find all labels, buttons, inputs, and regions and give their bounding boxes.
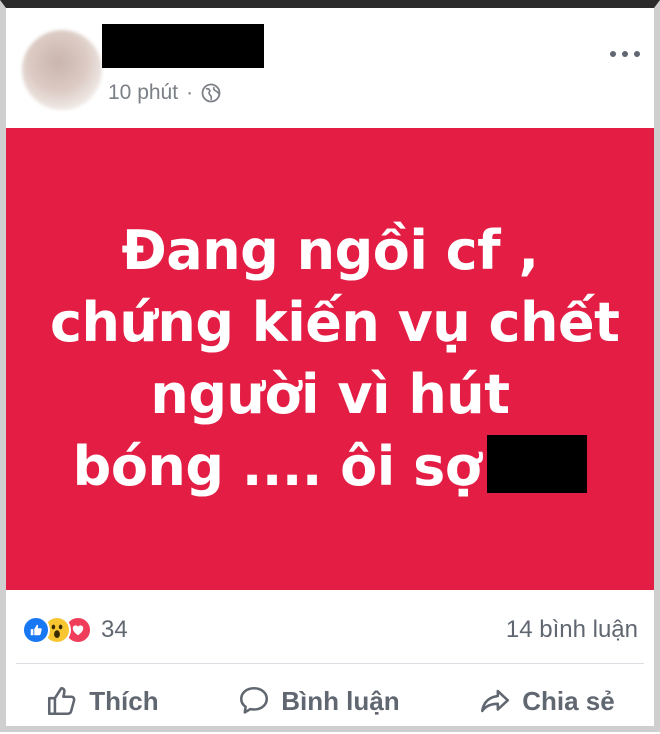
banner-line-4: bóng .... ôi sợ <box>72 435 482 498</box>
reaction-count[interactable]: 34 <box>101 616 128 644</box>
thumbs-up-icon <box>48 686 76 716</box>
banner-line-1: Đang ngồi cf , <box>121 219 539 282</box>
banner-line-3: người vì hút <box>150 363 510 426</box>
redaction-box <box>487 435 588 493</box>
globe-icon <box>201 83 221 103</box>
like-icon <box>22 616 50 644</box>
post-content-banner: Đang ngồi cf , chứng kiến vụ chết người … <box>6 128 654 590</box>
action-bar: Thích Bình luận Chia sẻ <box>6 668 654 734</box>
post-card: 10 phút · Đang ngồi cf , chứng kiến vụ c… <box>0 0 660 732</box>
post-timestamp[interactable]: 10 phút <box>108 81 178 105</box>
banner-text: Đang ngồi cf , chứng kiến vụ chết người … <box>50 215 620 503</box>
meta-separator: · <box>186 81 194 104</box>
author-name-redacted[interactable] <box>102 24 264 68</box>
comments-count[interactable]: 14 bình luận <box>506 616 638 644</box>
more-options-icon[interactable] <box>610 46 640 62</box>
post-header: 10 phút · <box>6 8 654 128</box>
post-stats: 34 14 bình luận <box>6 598 654 662</box>
like-button-label: Thích <box>89 685 159 716</box>
avatar[interactable] <box>22 30 102 110</box>
share-button[interactable]: Chia sẻ <box>468 678 625 724</box>
share-button-label: Chia sẻ <box>522 685 615 716</box>
post-meta: 10 phút · <box>108 78 221 108</box>
reactions-summary[interactable]: 34 <box>22 616 128 644</box>
banner-line-2: chứng kiến vụ chết <box>50 291 620 354</box>
comment-button[interactable]: Bình luận <box>227 678 409 724</box>
divider <box>16 663 644 664</box>
comment-bubble-icon <box>240 686 269 714</box>
like-button[interactable]: Thích <box>35 678 168 724</box>
comment-button-label: Bình luận <box>281 685 400 716</box>
banner-line-4-wrap: bóng .... ôi sợ <box>50 431 610 503</box>
share-arrow-icon <box>481 689 510 713</box>
